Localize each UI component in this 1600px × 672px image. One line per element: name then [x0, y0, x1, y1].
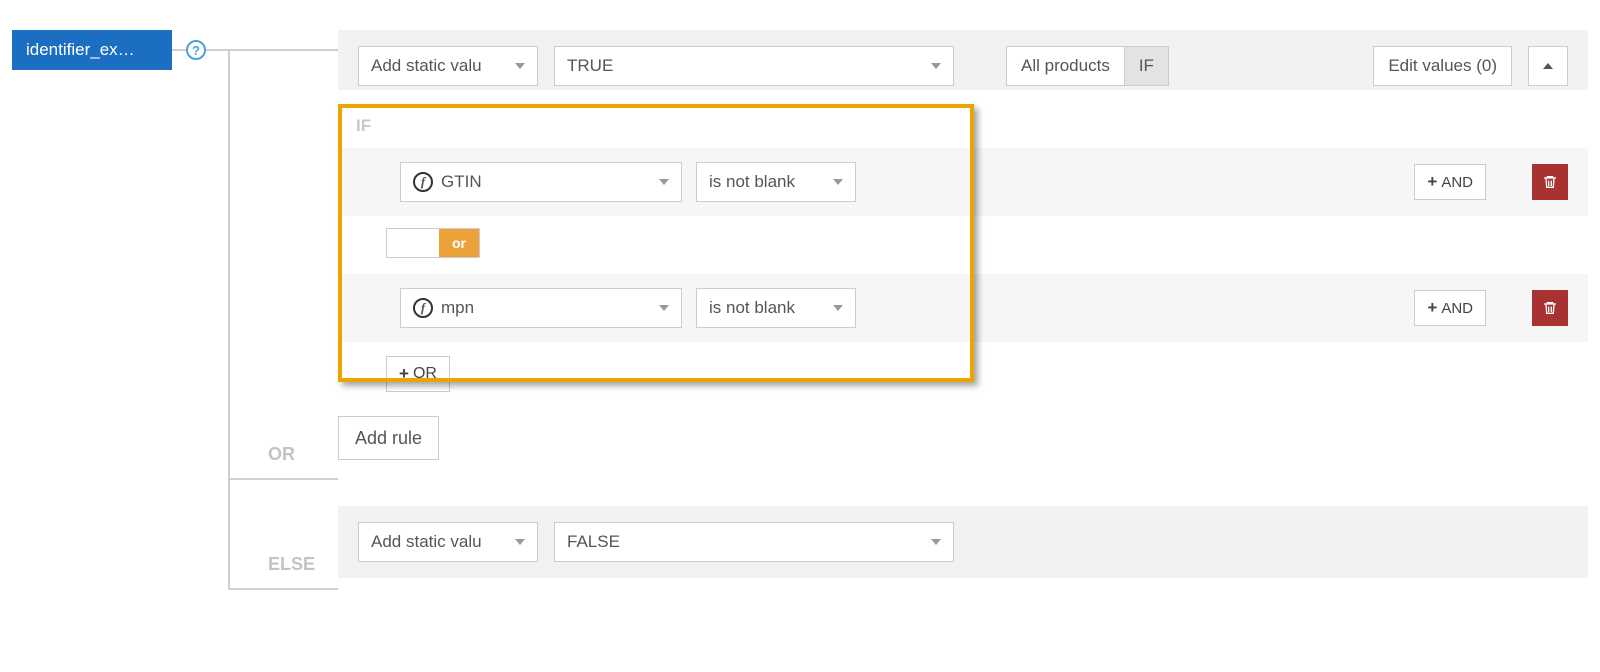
mapping-rule-editor: identifier_ex… ? OR ELSE Add static valu… [12, 30, 1588, 578]
condition-operator-select[interactable]: is not blank [696, 288, 856, 328]
collapse-button[interactable] [1528, 46, 1568, 86]
chevron-up-icon [1543, 63, 1553, 69]
add-or-group-button[interactable]: + OR [386, 356, 450, 392]
rule-header-row: Add static valu TRUE All products IF Edi… [358, 46, 1568, 86]
chevron-down-icon [659, 305, 669, 311]
highlighted-region: IF fGTIN is not blank + AND [338, 104, 1588, 406]
tree-vertical-line [228, 50, 230, 590]
chevron-down-icon [515, 63, 525, 69]
rules-column: Add static valu TRUE All products IF Edi… [338, 30, 1588, 578]
delete-condition-button[interactable] [1532, 164, 1568, 200]
value-select[interactable]: TRUE [554, 46, 954, 86]
plus-icon: + [399, 364, 409, 384]
rule-header-row: Add static valu FALSE [358, 522, 1568, 562]
value-select[interactable]: FALSE [554, 522, 954, 562]
condition-row: fGTIN is not blank + AND [338, 148, 1588, 216]
connector [206, 49, 228, 51]
scope-all-products-button[interactable]: All products [1006, 46, 1124, 86]
delete-condition-button[interactable] [1532, 290, 1568, 326]
connector [172, 49, 186, 51]
function-icon: f [413, 298, 433, 318]
field-pill-label: identifier_ex… [26, 40, 135, 60]
if-condition-panel: IF fGTIN is not blank + AND [338, 104, 1588, 406]
tree-branch [228, 588, 338, 590]
rule-block: Add static valu TRUE All products IF Edi… [338, 30, 1588, 90]
chevron-down-icon [833, 179, 843, 185]
or-toggle-blank [387, 229, 439, 257]
if-toggle-button[interactable]: IF [1124, 46, 1169, 86]
action-select[interactable]: Add static valu [358, 46, 538, 86]
chevron-down-icon [833, 305, 843, 311]
help-icon[interactable]: ? [186, 40, 206, 60]
or-join-toggle[interactable]: or [386, 228, 480, 258]
action-select[interactable]: Add static valu [358, 522, 538, 562]
field-pill[interactable]: identifier_ex… [12, 30, 172, 70]
plus-icon: + [1427, 298, 1437, 318]
tree-else-label: ELSE [268, 554, 315, 575]
scope-if-group: All products IF [1006, 46, 1169, 86]
rule-block-else: Add static valu FALSE [338, 506, 1588, 578]
tree-or-label: OR [268, 444, 295, 465]
add-and-button[interactable]: + AND [1414, 290, 1486, 326]
trash-icon [1542, 300, 1558, 316]
add-rule-button[interactable]: Add rule [338, 416, 439, 460]
function-icon: f [413, 172, 433, 192]
plus-icon: + [1427, 172, 1437, 192]
edit-values-button[interactable]: Edit values (0) [1373, 46, 1512, 86]
condition-field-select[interactable]: fmpn [400, 288, 682, 328]
condition-field-select[interactable]: fGTIN [400, 162, 682, 202]
chevron-down-icon [931, 63, 941, 69]
chevron-down-icon [931, 539, 941, 545]
condition-row: fmpn is not blank + AND [338, 274, 1588, 342]
condition-operator-select[interactable]: is not blank [696, 162, 856, 202]
chevron-down-icon [515, 539, 525, 545]
if-section-label: IF [338, 104, 1588, 136]
add-and-button[interactable]: + AND [1414, 164, 1486, 200]
trash-icon [1542, 174, 1558, 190]
tree-branch [228, 49, 338, 51]
chevron-down-icon [659, 179, 669, 185]
or-toggle-label: or [439, 229, 479, 257]
tree-branch [228, 478, 338, 480]
